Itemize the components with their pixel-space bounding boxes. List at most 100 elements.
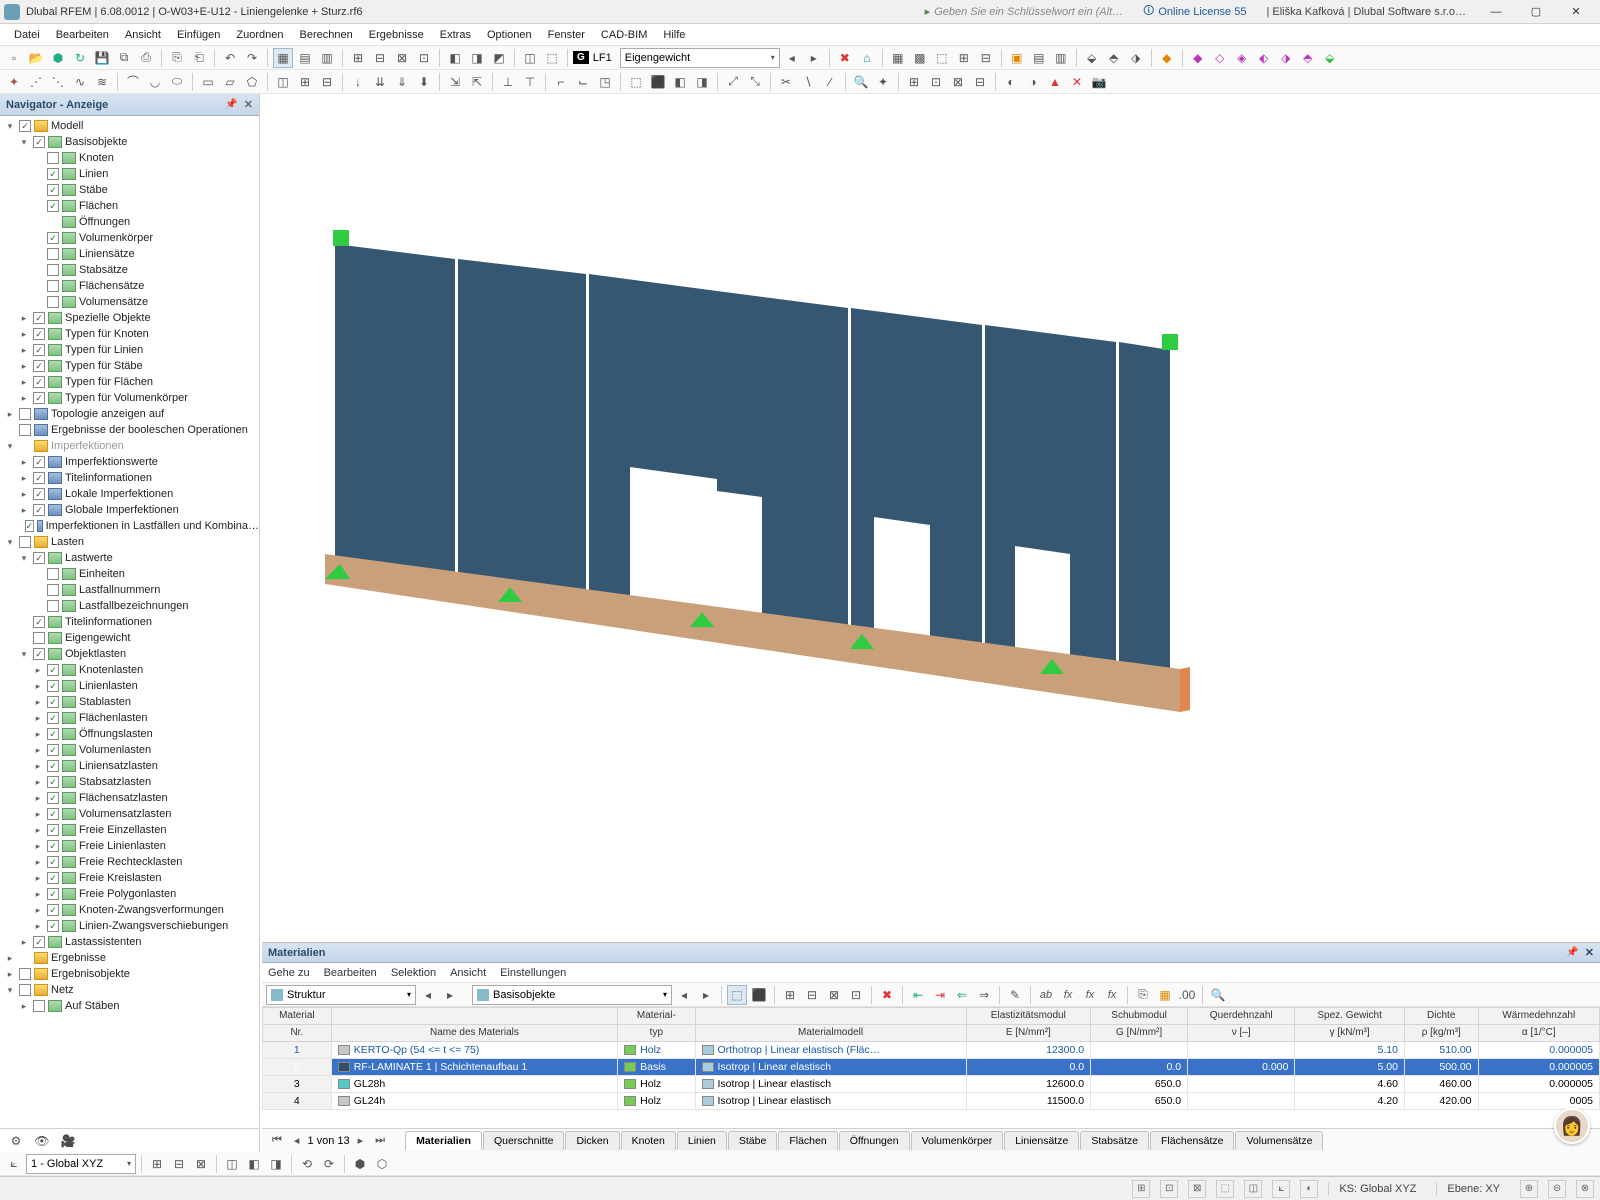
tree-item[interactable]: Flächensätze — [0, 278, 259, 294]
tree-item[interactable]: ▸✓Lokale Imperfektionen — [0, 486, 259, 502]
bt-6-icon[interactable]: ◨ — [266, 1154, 286, 1174]
bt-5-icon[interactable]: ◧ — [244, 1154, 264, 1174]
pager-next-icon[interactable]: ▸ — [354, 1132, 368, 1149]
dp-menu-selektion[interactable]: Selektion — [391, 967, 436, 979]
mesh1-icon[interactable]: ▦ — [888, 48, 908, 68]
res1-icon[interactable]: ⬙ — [1082, 48, 1102, 68]
res3-icon[interactable]: ⬗ — [1126, 48, 1146, 68]
tree-item[interactable]: ▸✓Flächensatzlasten — [0, 790, 259, 806]
grid1-icon[interactable]: ⊞ — [348, 48, 368, 68]
tree-item[interactable]: ▸✓Typen für Volumenkörper — [0, 390, 259, 406]
next-lf-icon[interactable]: ▸ — [804, 48, 824, 68]
tree-item[interactable]: ▸✓Öffnungslasten — [0, 726, 259, 742]
sb-snap2-icon[interactable]: ⊡ — [1160, 1180, 1178, 1198]
t2-21-icon[interactable]: ⊥ — [498, 72, 518, 92]
mesh5-icon[interactable]: ⊟ — [976, 48, 996, 68]
tree-item[interactable]: ▸Ergebnisobjekte — [0, 966, 259, 982]
menu-ansicht[interactable]: Ansicht — [117, 26, 169, 44]
t2-16-icon[interactable]: ⇊ — [370, 72, 390, 92]
dp-fx3-icon[interactable]: fx — [1080, 985, 1100, 1005]
tree-item[interactable]: ▸✓Freie Einzellasten — [0, 822, 259, 838]
tree-item[interactable]: ▸✓Globale Imperfektionen — [0, 502, 259, 518]
copy-icon[interactable]: ⎘ — [167, 48, 187, 68]
panel-close-icon[interactable]: ✕ — [244, 98, 253, 111]
t2-13-icon[interactable]: ⊞ — [295, 72, 315, 92]
view-trans-icon[interactable]: ▥ — [317, 48, 337, 68]
undo-icon[interactable]: ↶ — [220, 48, 240, 68]
menu-cad-bim[interactable]: CAD-BIM — [593, 26, 655, 44]
lf-select[interactable]: Eigengewicht — [620, 48, 780, 68]
tree-item[interactable]: ▸✓Imperfektionswerte — [0, 454, 259, 470]
tree-item[interactable]: ✓Stäbe — [0, 182, 259, 198]
tree-item[interactable]: ▸✓Typen für Flächen — [0, 374, 259, 390]
dp-imp4-icon[interactable]: ⇒ — [974, 985, 994, 1005]
dp-tab-volumenkörper[interactable]: Volumenkörper — [911, 1131, 1004, 1150]
nav-eye-icon[interactable]: 👁 — [32, 1131, 52, 1151]
dp-tab-knoten[interactable]: Knoten — [621, 1131, 676, 1150]
tree-item[interactable]: ▾✓Objektlasten — [0, 646, 259, 662]
dp-g2-icon[interactable]: ⊟ — [802, 985, 822, 1005]
p7-icon[interactable]: ⬙ — [1320, 48, 1340, 68]
t2-24-icon[interactable]: ⌙ — [573, 72, 593, 92]
tree-item[interactable]: ▾✓Lastwerte — [0, 550, 259, 566]
dp-imp1-icon[interactable]: ⇤ — [908, 985, 928, 1005]
t2-40-icon[interactable]: ⊟ — [970, 72, 990, 92]
sel3-icon[interactable]: ◩ — [489, 48, 509, 68]
coord-select[interactable]: 1 - Global XYZ — [26, 1154, 136, 1174]
structure-select[interactable]: Struktur — [266, 985, 416, 1005]
grid2-icon[interactable]: ⊟ — [370, 48, 390, 68]
t2-22-icon[interactable]: ⊤ — [520, 72, 540, 92]
tree-item[interactable]: ▸✓Spezielle Objekte — [0, 310, 259, 326]
bt-8-icon[interactable]: ⟳ — [319, 1154, 339, 1174]
t2-33-icon[interactable]: ∖ — [798, 72, 818, 92]
mesh4-icon[interactable]: ⊞ — [954, 48, 974, 68]
tree-item[interactable]: ✓Linien — [0, 166, 259, 182]
t2-37-icon[interactable]: ⊞ — [904, 72, 924, 92]
t2-38-icon[interactable]: ⊡ — [926, 72, 946, 92]
minimize-button[interactable]: — — [1476, 1, 1516, 23]
pager-prev-icon[interactable]: ◂ — [290, 1132, 304, 1149]
p4-icon[interactable]: ⬖ — [1254, 48, 1274, 68]
res2-icon[interactable]: ⬘ — [1104, 48, 1124, 68]
tree-item[interactable]: ▸✓Stablasten — [0, 694, 259, 710]
t2-18-icon[interactable]: ⬇ — [414, 72, 434, 92]
materials-table[interactable]: MaterialMaterial-ElastizitätsmodulSchubm… — [262, 1007, 1600, 1128]
dp-exp2-icon[interactable]: ▦ — [1155, 985, 1175, 1005]
t2-2-icon[interactable]: ⋰ — [26, 72, 46, 92]
search-hint[interactable]: Geben Sie ein Schlüsselwort ein (Alt… — [934, 6, 1123, 18]
tree-item[interactable]: ✓Titelinformationen — [0, 614, 259, 630]
bt-3-icon[interactable]: ⊠ — [191, 1154, 211, 1174]
dp-imp2-icon[interactable]: ⇥ — [930, 985, 950, 1005]
tree-item[interactable]: ▾Imperfektionen — [0, 438, 259, 454]
dp-g1-icon[interactable]: ⊞ — [780, 985, 800, 1005]
close-button[interactable]: ✕ — [1556, 1, 1596, 23]
t2-14-icon[interactable]: ⊟ — [317, 72, 337, 92]
tree-item[interactable]: ▸✓Freie Polygonlasten — [0, 886, 259, 902]
dp-menu-gehe zu[interactable]: Gehe zu — [268, 967, 310, 979]
support-icon[interactable]: ⌂ — [857, 48, 877, 68]
dp-help-icon[interactable]: 🔍 — [1208, 985, 1228, 1005]
t2-31-icon[interactable]: ⤡ — [745, 72, 765, 92]
menu-extras[interactable]: Extras — [432, 26, 479, 44]
tree-item[interactable]: ✓Imperfektionen in Lastfällen und Kombin… — [0, 518, 259, 534]
navigator-tree[interactable]: ▾✓Modell▾✓BasisobjekteKnoten✓Linien✓Stäb… — [0, 116, 259, 1128]
dp-pin-icon[interactable]: 📌 — [1566, 947, 1578, 958]
tree-item[interactable]: ▾Netz — [0, 982, 259, 998]
dp-exp3-icon[interactable]: .00 — [1177, 985, 1197, 1005]
cloud-icon[interactable]: ⬢ — [48, 48, 68, 68]
dp-menu-ansicht[interactable]: Ansicht — [450, 967, 486, 979]
t2-20-icon[interactable]: ⇱ — [467, 72, 487, 92]
tree-item[interactable]: ▸✓Knotenlasten — [0, 662, 259, 678]
tree-item[interactable]: Stabsätze — [0, 262, 259, 278]
dp-next1-icon[interactable]: ▸ — [440, 985, 460, 1005]
t2-27-icon[interactable]: ⬛ — [648, 72, 668, 92]
bt-10-icon[interactable]: ⬡ — [372, 1154, 392, 1174]
new-icon[interactable]: ▫ — [4, 48, 24, 68]
tree-item[interactable]: ▸✓Linien-Zwangsverschiebungen — [0, 918, 259, 934]
tree-item[interactable]: ✓Flächen — [0, 198, 259, 214]
t2-5-icon[interactable]: ≋ — [92, 72, 112, 92]
bt-9-icon[interactable]: ⬢ — [350, 1154, 370, 1174]
pager-first-icon[interactable]: ⏮ — [268, 1132, 286, 1149]
dp-menu-bearbeiten[interactable]: Bearbeiten — [324, 967, 377, 979]
open-icon[interactable]: 📂 — [26, 48, 46, 68]
